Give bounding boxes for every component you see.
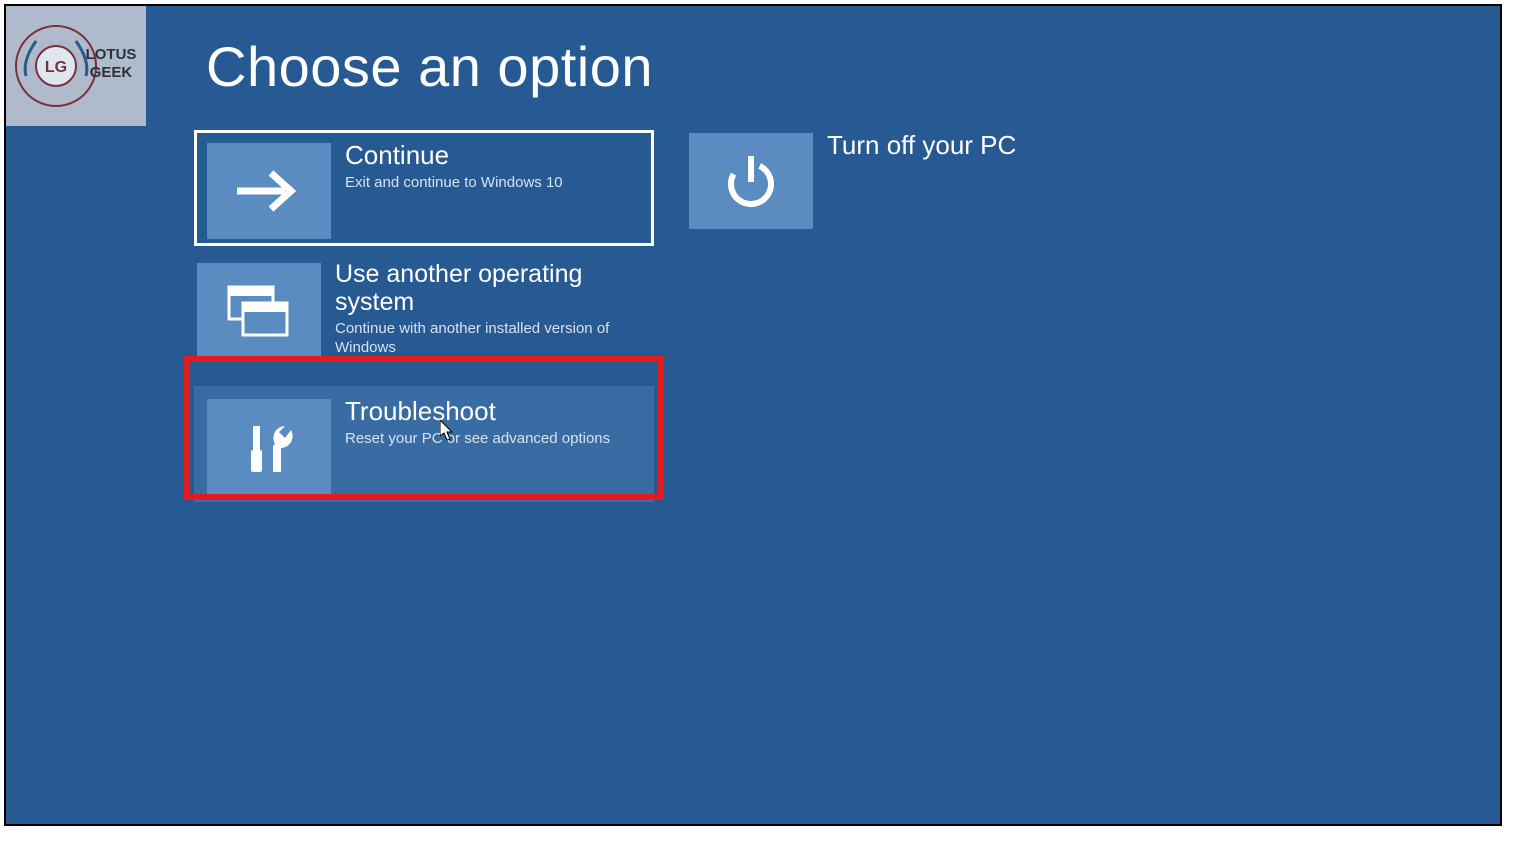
page-wrapper: LG LOTUS GEEK Choose an option [0, 0, 1536, 860]
option-use-another-os-desc: Continue with another installed version … [335, 320, 635, 358]
options-grid: Continue Exit and continue to Windows 10 [194, 130, 1146, 502]
watermark-badge-text: LG [45, 59, 67, 76]
option-troubleshoot-title: Troubleshoot [345, 397, 610, 426]
options-column-2: Turn off your PC [686, 130, 1146, 502]
option-turn-off-title: Turn off your PC [827, 131, 1016, 160]
option-troubleshoot-text: Troubleshoot Reset your PC or see advanc… [345, 397, 610, 448]
option-turn-off-text: Turn off your PC [827, 131, 1016, 160]
winre-screen: LG LOTUS GEEK Choose an option [4, 4, 1502, 826]
power-icon [689, 133, 813, 229]
lotus-geek-logo-icon: LG LOTUS GEEK [11, 11, 141, 121]
option-use-another-os-title: Use another operating system [335, 261, 651, 316]
option-continue-text: Continue Exit and continue to Windows 10 [345, 141, 563, 192]
watermark-line1-text: LOTUS [86, 46, 137, 63]
option-use-another-os-text: Use another operating system Continue wi… [335, 261, 651, 358]
option-troubleshoot[interactable]: Troubleshoot Reset your PC or see advanc… [194, 386, 654, 502]
option-continue[interactable]: Continue Exit and continue to Windows 10 [194, 130, 654, 246]
options-column-1: Continue Exit and continue to Windows 10 [194, 130, 654, 502]
option-continue-desc: Exit and continue to Windows 10 [345, 174, 563, 193]
option-troubleshoot-desc: Reset your PC or see advanced options [345, 430, 610, 449]
arrow-right-icon [207, 143, 331, 239]
option-use-another-os[interactable]: Use another operating system Continue wi… [194, 260, 654, 356]
windows-stack-icon [197, 263, 321, 359]
page-title: Choose an option [206, 34, 653, 99]
watermark-line2-text: GEEK [90, 64, 133, 81]
watermark-logo: LG LOTUS GEEK [6, 6, 146, 126]
option-turn-off[interactable]: Turn off your PC [686, 130, 1146, 226]
option-continue-title: Continue [345, 141, 563, 170]
tools-icon [207, 399, 331, 495]
